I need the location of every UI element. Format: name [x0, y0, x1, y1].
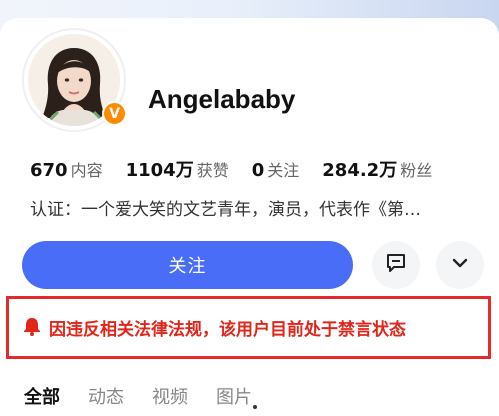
stat-label: 粉丝 — [400, 161, 433, 180]
stat-label: 关注 — [267, 161, 300, 180]
username: Angelababy — [148, 84, 296, 114]
stat-label: 获赞 — [196, 161, 229, 180]
verified-badge-icon: V — [102, 101, 127, 126]
tab-videos[interactable]: 视频 — [152, 383, 188, 409]
stat-label: 内容 — [70, 161, 103, 180]
chat-bubble-icon — [385, 252, 407, 278]
stats-row: 670 内容 1104万 获赞 0 关注 284.2万 粉丝 — [30, 156, 455, 182]
more-button[interactable] — [436, 241, 484, 289]
content-tabs: 全部 动态 视频 图片 — [24, 383, 280, 409]
chevron-down-icon — [450, 253, 470, 277]
stat-value: 0 — [251, 160, 265, 181]
tab-dynamics[interactable]: 动态 — [88, 383, 124, 409]
tab-all[interactable]: 全部 — [24, 383, 60, 409]
follow-button[interactable]: 关注 — [22, 241, 353, 289]
tab-images[interactable]: 图片 — [216, 383, 252, 409]
notice-text: 因违反相关法律法规，该用户目前处于禁言状态 — [49, 320, 406, 340]
stat-value: 284.2万 — [322, 160, 398, 181]
stat-likes[interactable]: 1104万 获赞 — [126, 156, 229, 182]
scroll-indicator — [253, 405, 257, 409]
stat-contents[interactable]: 670 内容 — [30, 157, 103, 181]
bio-text[interactable]: 认证：一个爱大笑的文艺青年，演员，代表作《第… — [30, 195, 480, 220]
bell-icon — [23, 316, 41, 340]
stat-value: 1104万 — [125, 160, 194, 181]
message-button[interactable] — [372, 241, 420, 289]
stat-followers[interactable]: 284.2万 粉丝 — [322, 156, 432, 182]
ban-notice: 因违反相关法律法规，该用户目前处于禁言状态 — [6, 296, 491, 359]
stat-value: 670 — [30, 160, 68, 181]
stat-following[interactable]: 0 关注 — [252, 157, 300, 181]
